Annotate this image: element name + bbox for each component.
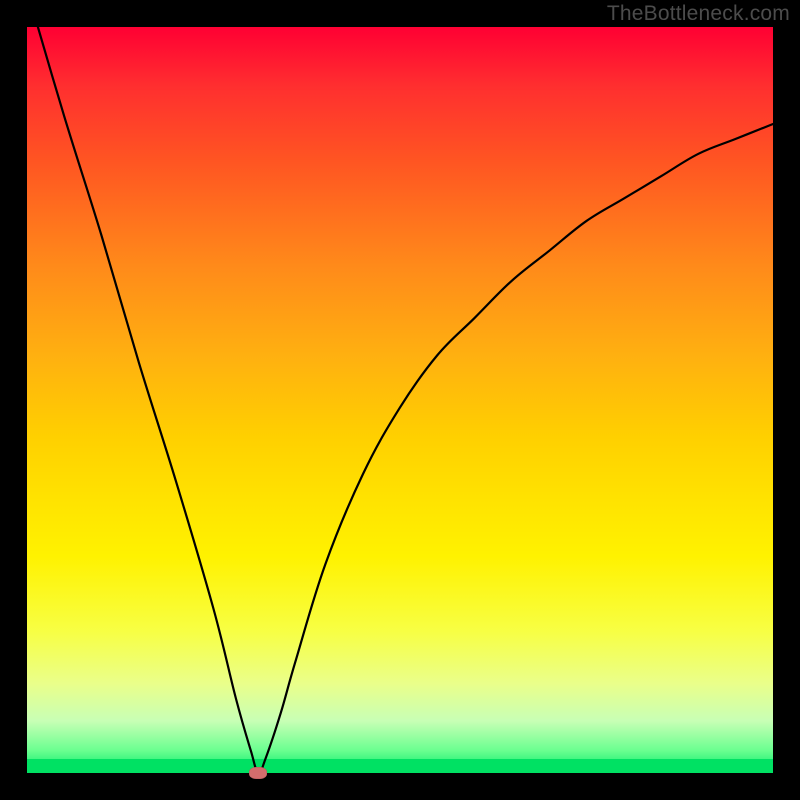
- curve-svg: [27, 27, 773, 773]
- min-marker: [249, 767, 267, 779]
- plot-area: [27, 27, 773, 773]
- bottleneck-curve: [27, 0, 773, 773]
- watermark-text: TheBottleneck.com: [607, 2, 790, 26]
- chart-frame: TheBottleneck.com: [0, 0, 800, 800]
